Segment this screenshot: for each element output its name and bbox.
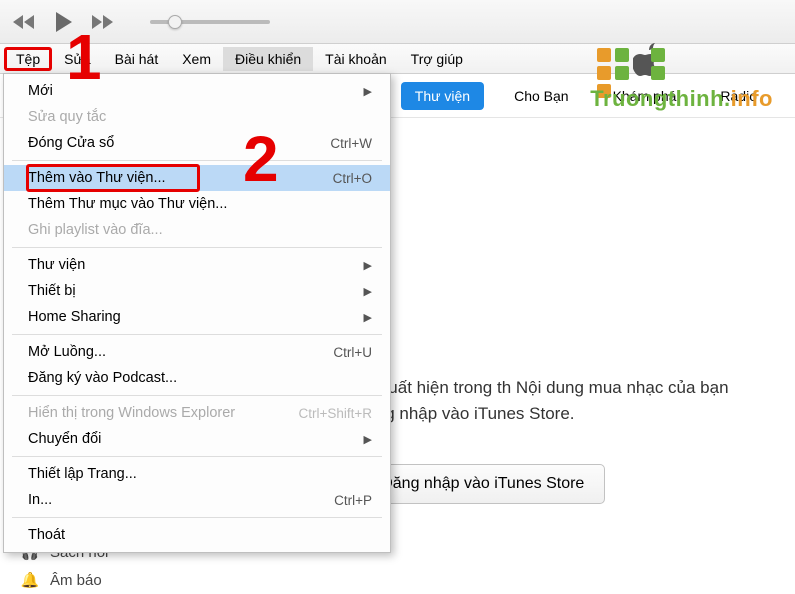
sidebar-item-label: Âm báo — [50, 572, 102, 589]
menu-account[interactable]: Tài khoản — [313, 47, 398, 71]
tab-browse[interactable]: Khám phá — [599, 82, 691, 110]
shortcut-label: Ctrl+O — [333, 171, 372, 186]
menu-controls[interactable]: Điều khiển — [223, 47, 313, 71]
shortcut-label: Ctrl+P — [334, 493, 372, 508]
dropdown-item-label: Thiết bị — [28, 283, 76, 299]
signin-store-button[interactable]: Đăng nhập vào iTunes Store — [360, 464, 605, 504]
dropdown-item-label: Thư viện — [28, 257, 85, 273]
menu-file[interactable]: Tệp — [4, 47, 52, 71]
chevron-right-icon: ▶ — [364, 85, 372, 98]
dropdown-item[interactable]: Thêm vào Thư viện... Ctrl+O — [4, 165, 390, 191]
shortcut-label: Ctrl+U — [333, 345, 372, 360]
menu-view[interactable]: Xem — [170, 47, 223, 71]
dropdown-item-label: Mở Luồng... — [28, 344, 106, 360]
menu-bar: Tệp Sửa Bài hát Xem Điều khiển Tài khoản… — [0, 44, 795, 74]
dropdown-item: Sửa quy tắc — [4, 104, 390, 130]
chevron-right-icon: ▶ — [364, 259, 372, 272]
menu-edit[interactable]: Sửa — [52, 47, 103, 71]
dropdown-item-label: Mới — [28, 83, 53, 99]
shortcut-label: Ctrl+Shift+R — [298, 406, 372, 421]
player-bar — [0, 0, 795, 44]
play-icon[interactable] — [50, 9, 76, 35]
dropdown-item[interactable]: Thiết lập Trang... — [4, 461, 390, 487]
dropdown-item[interactable]: Thiết bị ▶ — [4, 278, 390, 304]
tab-radio[interactable]: Radio — [706, 82, 771, 110]
chevron-right-icon: ▶ — [364, 285, 372, 298]
shortcut-label: Ctrl+W — [330, 136, 372, 151]
dropdown-item-label: Thêm Thư mục vào Thư viện... — [28, 196, 227, 212]
dropdown-item: Ghi playlist vào đĩa... — [4, 217, 390, 243]
dropdown-item[interactable]: Mở Luồng... Ctrl+U — [4, 339, 390, 365]
dropdown-item[interactable]: Đăng ký vào Podcast... — [4, 365, 390, 391]
dropdown-item: Hiển thị trong Windows Explorer Ctrl+Shif… — [4, 400, 390, 426]
dropdown-item-label: Ghi playlist vào đĩa... — [28, 222, 163, 238]
dropdown-item-label: Chuyển đổi — [28, 431, 101, 447]
rewind-icon[interactable] — [12, 13, 38, 31]
dropdown-item[interactable]: Mới ▶ — [4, 78, 390, 104]
menu-song[interactable]: Bài hát — [103, 47, 171, 71]
ringtone-icon: 🔔 — [20, 571, 40, 589]
volume-slider[interactable] — [150, 20, 270, 24]
chevron-right-icon: ▶ — [364, 311, 372, 324]
sidebar-item-tones[interactable]: 🔔 Âm báo — [20, 566, 140, 594]
dropdown-item[interactable]: In... Ctrl+P — [4, 487, 390, 513]
playback-controls — [12, 9, 114, 35]
tab-library[interactable]: Thư viện — [401, 82, 484, 110]
dropdown-item-label: Hiển thị trong Windows Explorer — [28, 405, 235, 421]
dropdown-item-label: Thiết lập Trang... — [28, 466, 137, 482]
dropdown-item[interactable]: Đóng Cửa sổ Ctrl+W — [4, 130, 390, 156]
dropdown-item[interactable]: Thoát — [4, 522, 390, 548]
forward-icon[interactable] — [88, 13, 114, 31]
file-dropdown-menu: Mới ▶ Sửa quy tắc Đóng Cửa sổ Ctrl+W Thêm vào… — [3, 73, 391, 553]
tab-for-you[interactable]: Cho Bạn — [500, 82, 582, 110]
menu-help[interactable]: Trợ giúp — [399, 47, 475, 71]
dropdown-item-label: Thêm vào Thư viện... — [28, 170, 166, 186]
dropdown-item-label: Home Sharing — [28, 309, 121, 325]
dropdown-item-label: Sửa quy tắc — [28, 109, 106, 125]
dropdown-item-label: Đăng ký vào Podcast... — [28, 370, 177, 386]
dropdown-item[interactable]: Thư viện ▶ — [4, 252, 390, 278]
dropdown-item[interactable]: Home Sharing ▶ — [4, 304, 390, 330]
chevron-right-icon: ▶ — [364, 433, 372, 446]
dropdown-item-label: In... — [28, 492, 52, 508]
dropdown-item-label: Thoát — [28, 527, 65, 543]
dropdown-item-label: Đóng Cửa sổ — [28, 135, 114, 151]
dropdown-item[interactable]: Thêm Thư mục vào Thư viện... — [4, 191, 390, 217]
dropdown-item[interactable]: Chuyển đổi ▶ — [4, 426, 390, 452]
